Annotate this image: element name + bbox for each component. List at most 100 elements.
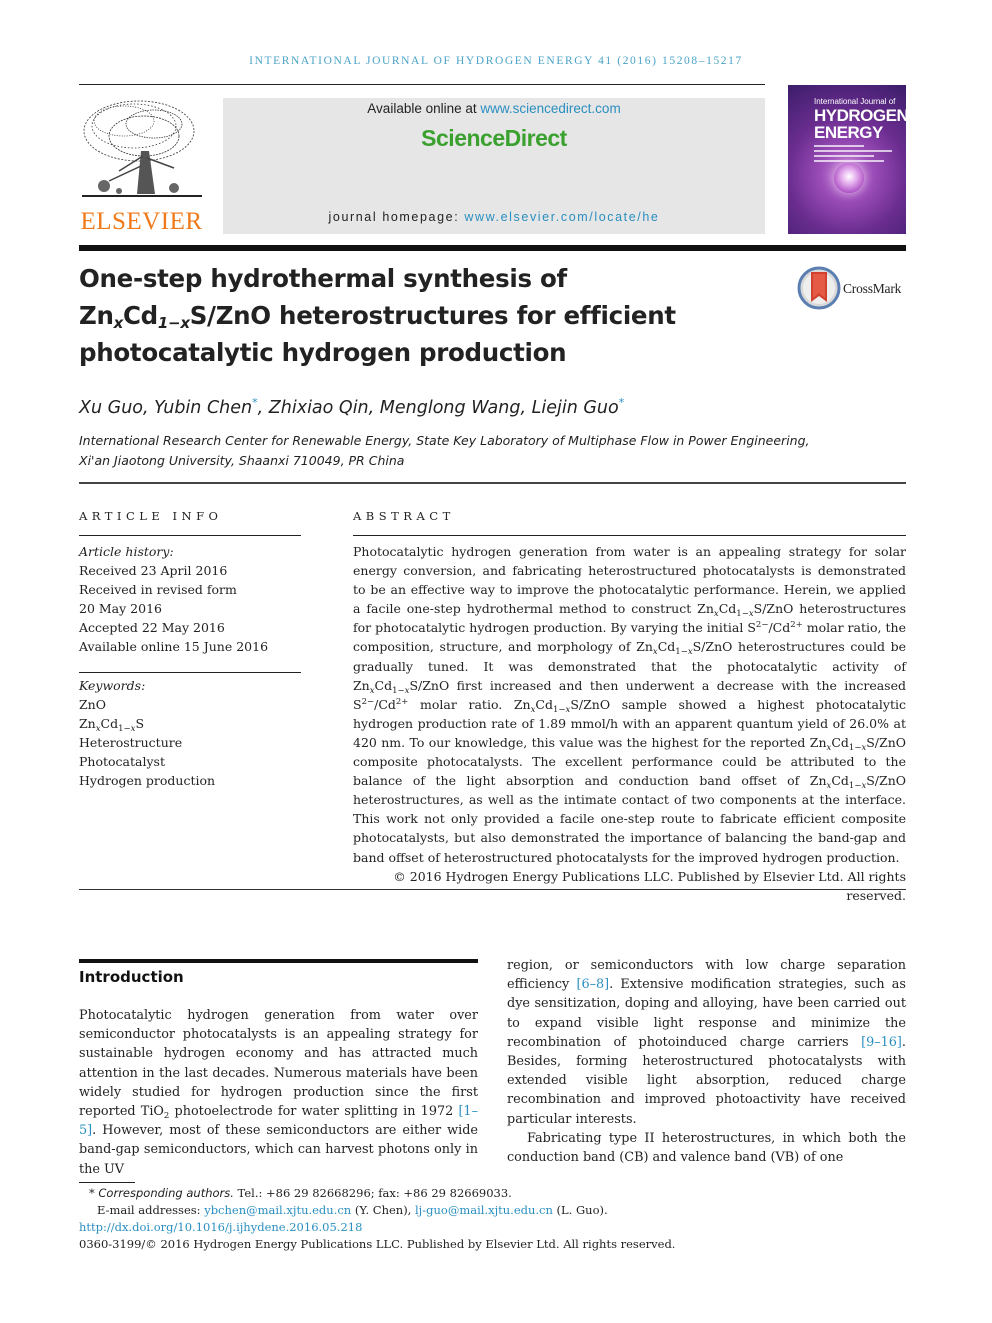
journal-cover-image[interactable]: International Journal of HYDROGEN ENERGY xyxy=(788,85,906,234)
keyword-item[interactable]: Hydrogen production xyxy=(79,771,301,790)
email-footnote: E-mail addresses: ybchen@mail.xjtu.edu.c… xyxy=(79,1202,779,1219)
keyword-item[interactable]: Heterostructure xyxy=(79,733,301,752)
title-line-2-rest: S/ZnO heterostructures for efficient xyxy=(189,301,676,330)
formula-suffix: S/ZnO xyxy=(409,677,450,693)
formula: ZnxCd1−xS/ZnO xyxy=(809,773,906,792)
article-info-heading: ARTICLE INFO xyxy=(79,509,223,523)
introduction-paragraph: Fabricating type II heterostructures, in… xyxy=(507,1130,906,1166)
doi-link[interactable]: http://dx.doi.org/10.1016/j.ijhydene.201… xyxy=(79,1220,362,1234)
introduction-heading: Introduction xyxy=(79,968,184,986)
footnotes: * Corresponding authors. Tel.: +86 29 82… xyxy=(79,1185,779,1253)
introduction-rule xyxy=(79,959,478,963)
author-list: Xu Guo, Yubin Chen*, Zhixiao Qin, Menglo… xyxy=(79,396,625,418)
footnote-rule xyxy=(79,1182,135,1183)
title-formula-zn: Zn xyxy=(79,301,114,330)
title-formula-sub-1mx: 1−x xyxy=(157,314,190,332)
author-name[interactable]: Liejin Guo xyxy=(532,398,619,418)
introduction-left-column: Photocatalytic hydrogen generation from … xyxy=(79,1006,478,1179)
history-item: Available online 15 June 2016 xyxy=(79,639,269,654)
title-line-3: photocatalytic hydrogen production xyxy=(79,338,567,367)
introduction-right-column: region, or semiconductors with low charg… xyxy=(507,956,906,1167)
title-line-1: One-step hydrothermal synthesis of xyxy=(79,264,567,293)
email-label: E-mail addresses: xyxy=(97,1203,205,1217)
header-thick-rule xyxy=(79,245,906,251)
title-formula-sub-x: x xyxy=(113,314,124,332)
divider-before-info xyxy=(79,482,906,484)
abstract-copyright: © 2016 Hydrogen Energy Publications LLC.… xyxy=(393,868,906,903)
email-owner: (Y. Chen), xyxy=(351,1203,415,1217)
keywords-rule xyxy=(79,672,301,673)
crossmark-icon xyxy=(797,266,841,310)
author-name[interactable]: Zhixiao Qin xyxy=(269,398,369,418)
abstract-heading: ABSTRACT xyxy=(353,509,455,523)
issn-copyright: 0360-3199/© 2016 Hydrogen Energy Publica… xyxy=(79,1237,676,1251)
cover-title-big: HYDROGEN ENERGY xyxy=(814,107,906,141)
formula: ZnxCd1−xS/ZnO xyxy=(636,639,733,658)
contact-info: Tel.: +86 29 82668296; fax: +86 29 82669… xyxy=(233,1186,512,1200)
author-name[interactable]: Yubin Chen xyxy=(154,398,252,418)
cover-orb-graphic xyxy=(834,163,864,193)
formula-suffix: S/ZnO xyxy=(753,601,794,617)
introduction-paragraph: region, or semiconductors with low charg… xyxy=(507,956,906,1129)
history-heading: Article history: xyxy=(79,544,174,559)
journal-homepage-label: journal homepage: xyxy=(328,210,465,224)
formula-suffix: S/ZnO xyxy=(692,639,733,655)
history-item: 20 May 2016 xyxy=(79,601,162,616)
abstract-text: heterostructures, as well as the intimat… xyxy=(353,792,906,865)
affiliation-line-1: International Research Center for Renewa… xyxy=(79,433,810,448)
author-name[interactable]: Xu Guo xyxy=(79,398,143,418)
email-link[interactable]: ybchen@mail.xjtu.edu.cn xyxy=(204,1203,351,1217)
crossmark-button[interactable]: CrossMark xyxy=(797,266,917,310)
corresponding-author-marker[interactable]: * xyxy=(619,396,625,409)
history-item: Received 23 April 2016 xyxy=(79,563,228,578)
citation-link[interactable]: [6–8] xyxy=(576,977,609,992)
sciencedirect-link[interactable]: www.sciencedirect.com xyxy=(480,101,620,116)
introduction-paragraph: Photocatalytic hydrogen generation from … xyxy=(79,1006,478,1179)
body-text: Photocatalytic hydrogen generation from … xyxy=(79,1008,478,1120)
journal-homepage-line: journal homepage: www.elsevier.com/locat… xyxy=(223,210,765,224)
top-rule xyxy=(79,84,765,85)
formula-suffix: S/ZnO xyxy=(866,734,906,750)
keywords-list: Keywords: ZnO ZnxCd1−xS Heterostructure … xyxy=(79,676,301,790)
crossmark-label: CrossMark xyxy=(843,281,902,296)
elsevier-wordmark: ELSEVIER xyxy=(80,208,203,235)
elsevier-logo[interactable]: ELSEVIER xyxy=(79,96,204,236)
abstract-body: Photocatalytic hydrogen generation from … xyxy=(353,542,906,905)
running-head: INTERNATIONAL JOURNAL OF HYDROGEN ENERGY… xyxy=(249,55,743,67)
corresponding-label: Corresponding authors. xyxy=(98,1186,234,1200)
ratio: S2−/Cd2+ xyxy=(747,620,803,636)
corresponding-footnote: * Corresponding authors. Tel.: +86 29 82… xyxy=(79,1185,779,1202)
divider-after-abstract xyxy=(79,889,906,890)
affiliation: International Research Center for Renewa… xyxy=(79,431,839,471)
history-item: Received in revised form xyxy=(79,582,237,597)
body-text: . However, most of these semiconductors … xyxy=(79,1123,478,1177)
formula: ZnxCd1−xS/ZnO xyxy=(353,677,450,696)
formula: ZnxCd1−xS/ZnO xyxy=(513,696,611,715)
corresponding-author-marker[interactable]: * xyxy=(252,396,258,409)
available-online-line: Available online at www.sciencedirect.co… xyxy=(223,101,765,116)
affiliation-line-2: Xi'an Jiaotong University, Shaanxi 71004… xyxy=(79,453,405,468)
footnote-star: * xyxy=(89,1186,95,1200)
sciencedirect-logo[interactable]: ScienceDirect xyxy=(223,125,765,152)
keyword-item[interactable]: ZnO xyxy=(79,695,301,714)
keyword-item[interactable]: Photocatalyst xyxy=(79,752,301,771)
journal-homepage-link[interactable]: www.elsevier.com/locate/he xyxy=(464,210,659,224)
article-title: One-step hydrothermal synthesis of ZnxCd… xyxy=(79,260,769,371)
citation-link[interactable]: [9–16] xyxy=(861,1035,902,1050)
email-owner: (L. Guo). xyxy=(552,1203,608,1217)
email-link[interactable]: lj-guo@mail.xjtu.edu.cn xyxy=(415,1203,553,1217)
cover-title-line2: HYDROGEN xyxy=(814,106,906,125)
keyword-item[interactable]: ZnxCd1−xS xyxy=(79,714,301,733)
formula: ZnxCd1−xS/ZnO xyxy=(697,601,794,620)
history-item: Accepted 22 May 2016 xyxy=(79,620,225,635)
abstract-rule xyxy=(353,535,906,536)
available-online-label: Available online at xyxy=(367,101,481,116)
ratio: S2−/Cd2+ xyxy=(353,696,409,712)
cover-editor-lines xyxy=(814,145,894,165)
formula: ZnxCd1−xS/ZnO xyxy=(809,734,906,753)
formula-suffix: S/ZnO xyxy=(570,696,611,712)
keywords-heading: Keywords: xyxy=(79,678,146,693)
author-name[interactable]: Menglong Wang xyxy=(380,398,521,418)
cover-title-small: International Journal of xyxy=(814,97,896,106)
title-line-2: ZnxCd1−xS/ZnO heterostructures for effic… xyxy=(79,301,676,332)
